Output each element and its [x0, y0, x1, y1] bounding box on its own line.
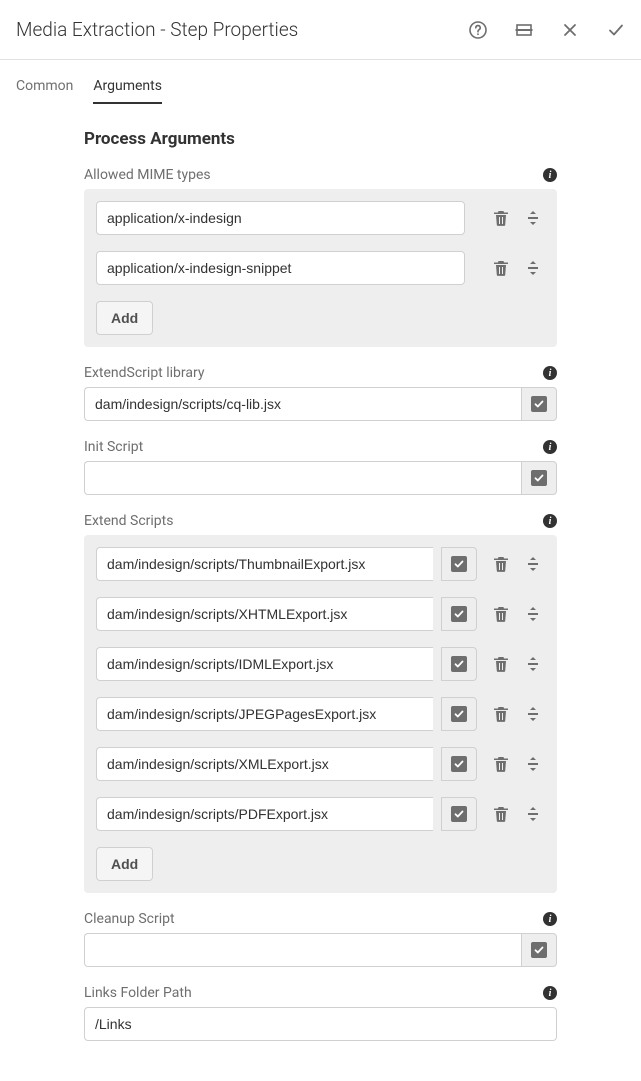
init-script-input[interactable] [84, 461, 521, 495]
field-label-row-lib: ExtendScript library i [84, 365, 557, 381]
checkbox[interactable] [531, 396, 547, 412]
script-row [96, 747, 545, 781]
checkbox[interactable] [531, 470, 547, 486]
field-label-row-links: Links Folder Path i [84, 985, 557, 1001]
checkbox[interactable] [451, 706, 467, 722]
extendscript-library-field [84, 387, 557, 421]
close-icon[interactable] [561, 21, 579, 39]
fullscreen-icon[interactable] [515, 21, 533, 39]
move-icon[interactable] [521, 552, 545, 576]
script-row [96, 597, 545, 631]
move-icon[interactable] [521, 802, 545, 826]
trash-icon[interactable] [489, 702, 513, 726]
add-mime-button[interactable]: Add [96, 301, 153, 335]
checkbox-wrap [441, 697, 477, 731]
cleanup-script-input[interactable] [84, 933, 521, 967]
mime-input[interactable] [96, 201, 465, 235]
trash-icon[interactable] [489, 652, 513, 676]
tab-arguments[interactable]: Arguments [93, 70, 162, 104]
trash-icon[interactable] [489, 552, 513, 576]
script-input[interactable] [96, 547, 433, 581]
script-row [96, 647, 545, 681]
checkbox-wrap [441, 547, 477, 581]
extendscript-library-input[interactable] [84, 387, 521, 421]
section-title: Process Arguments [84, 129, 557, 149]
trash-icon[interactable] [489, 602, 513, 626]
content-area: Process Arguments Allowed MIME types i [0, 129, 641, 1081]
field-label-row-scripts: Extend Scripts i [84, 513, 557, 529]
script-row [96, 797, 545, 831]
label-cleanup-script: Cleanup Script [84, 911, 175, 927]
script-input[interactable] [96, 597, 433, 631]
move-icon[interactable] [521, 206, 545, 230]
checkbox-wrap [441, 597, 477, 631]
move-icon[interactable] [521, 256, 545, 280]
tab-bar: Common Arguments [0, 70, 641, 105]
checkbox[interactable] [451, 806, 467, 822]
script-row [96, 697, 545, 731]
checkbox[interactable] [451, 656, 467, 672]
trash-icon[interactable] [489, 206, 513, 230]
info-icon[interactable]: i [543, 912, 557, 926]
script-row [96, 547, 545, 581]
label-extendscript-library: ExtendScript library [84, 365, 204, 381]
script-input[interactable] [96, 747, 433, 781]
allowed-mime-multifield: Add [84, 189, 557, 347]
info-icon[interactable]: i [543, 440, 557, 454]
checkbox[interactable] [531, 942, 547, 958]
checkbox-wrap [441, 797, 477, 831]
mime-row [96, 201, 545, 235]
trash-icon[interactable] [489, 802, 513, 826]
links-folder-path-input[interactable] [84, 1007, 557, 1041]
script-input[interactable] [96, 697, 433, 731]
checkbox-wrap [521, 387, 557, 421]
checkbox[interactable] [451, 556, 467, 572]
field-label-row-init: Init Script i [84, 439, 557, 455]
move-icon[interactable] [521, 652, 545, 676]
info-icon[interactable]: i [543, 168, 557, 182]
checkbox-wrap [441, 747, 477, 781]
script-input[interactable] [96, 647, 433, 681]
label-links-folder-path: Links Folder Path [84, 985, 192, 1001]
confirm-icon[interactable] [607, 21, 625, 39]
field-label-row-mime: Allowed MIME types i [84, 167, 557, 183]
checkbox[interactable] [451, 756, 467, 772]
checkbox-wrap [521, 933, 557, 967]
cleanup-script-field [84, 933, 557, 967]
move-icon[interactable] [521, 752, 545, 776]
mime-input[interactable] [96, 251, 465, 285]
info-icon[interactable]: i [543, 986, 557, 1000]
checkbox-wrap [441, 647, 477, 681]
label-extend-scripts: Extend Scripts [84, 513, 173, 529]
move-icon[interactable] [521, 702, 545, 726]
add-script-button[interactable]: Add [96, 847, 153, 881]
extend-scripts-multifield: Add [84, 535, 557, 893]
info-icon[interactable]: i [543, 366, 557, 380]
tab-common[interactable]: Common [16, 70, 73, 104]
header-actions [469, 21, 625, 39]
checkbox[interactable] [451, 606, 467, 622]
dialog-header: Media Extraction - Step Properties [0, 0, 641, 60]
trash-icon[interactable] [489, 256, 513, 280]
info-icon[interactable]: i [543, 514, 557, 528]
checkbox-wrap [521, 461, 557, 495]
init-script-field [84, 461, 557, 495]
field-label-row-cleanup: Cleanup Script i [84, 911, 557, 927]
trash-icon[interactable] [489, 752, 513, 776]
move-icon[interactable] [521, 602, 545, 626]
help-icon[interactable] [469, 21, 487, 39]
label-allowed-mime: Allowed MIME types [84, 167, 211, 183]
label-init-script: Init Script [84, 439, 143, 455]
dialog-title: Media Extraction - Step Properties [16, 18, 298, 41]
mime-row [96, 251, 545, 285]
script-input[interactable] [96, 797, 433, 831]
